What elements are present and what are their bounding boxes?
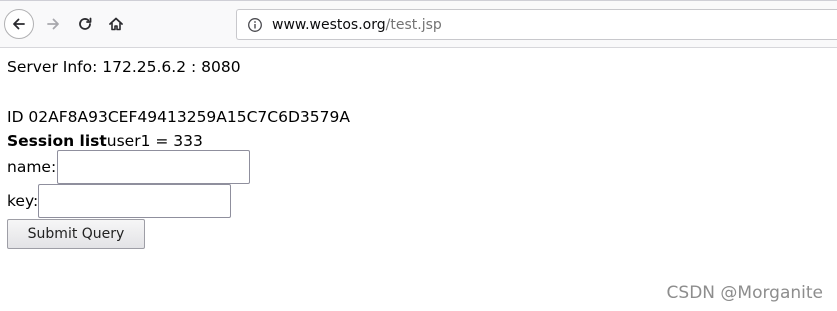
page-content: Server Info: 172.25.6.2 : 8080 ID 02AF8A… [7, 56, 827, 249]
toolbar-top-border [0, 0, 837, 1]
reload-button[interactable] [70, 9, 100, 39]
key-label: key: [7, 192, 39, 210]
url-text[interactable]: www.westos.org/test.jsp [272, 17, 442, 33]
info-icon [248, 17, 262, 32]
url-host: www.westos.org [272, 16, 386, 33]
submit-query-button[interactable]: Submit Query [7, 219, 145, 249]
home-icon [109, 17, 123, 31]
session-list-label: Session list [7, 132, 107, 150]
forward-button[interactable] [38, 9, 68, 39]
key-input[interactable] [38, 184, 232, 218]
session-list-value: user1 = 333 [106, 132, 203, 150]
address-bar[interactable]: www.westos.org/test.jsp [236, 9, 837, 40]
key-row: key: [7, 184, 827, 218]
url-path: /test.jsp [385, 16, 442, 33]
name-row: name: [7, 150, 827, 184]
session-id-text: ID 02AF8A93CEF49413259A15C7C6D3579A [7, 108, 350, 126]
forward-arrow-icon [47, 18, 59, 30]
back-arrow-icon [13, 18, 25, 30]
server-info-text: Server Info: 172.25.6.2 : 8080 [7, 58, 241, 76]
name-input[interactable] [57, 150, 251, 184]
session-list-line: Session listuser1 = 333 [7, 130, 827, 150]
back-button[interactable] [4, 9, 34, 39]
site-info-button[interactable] [247, 17, 263, 33]
reload-icon [79, 17, 92, 30]
browser-toolbar: www.westos.org/test.jsp [0, 0, 837, 48]
home-button[interactable] [101, 9, 131, 39]
name-label: name: [7, 158, 57, 176]
watermark-text: CSDN @Morganite [666, 283, 823, 303]
